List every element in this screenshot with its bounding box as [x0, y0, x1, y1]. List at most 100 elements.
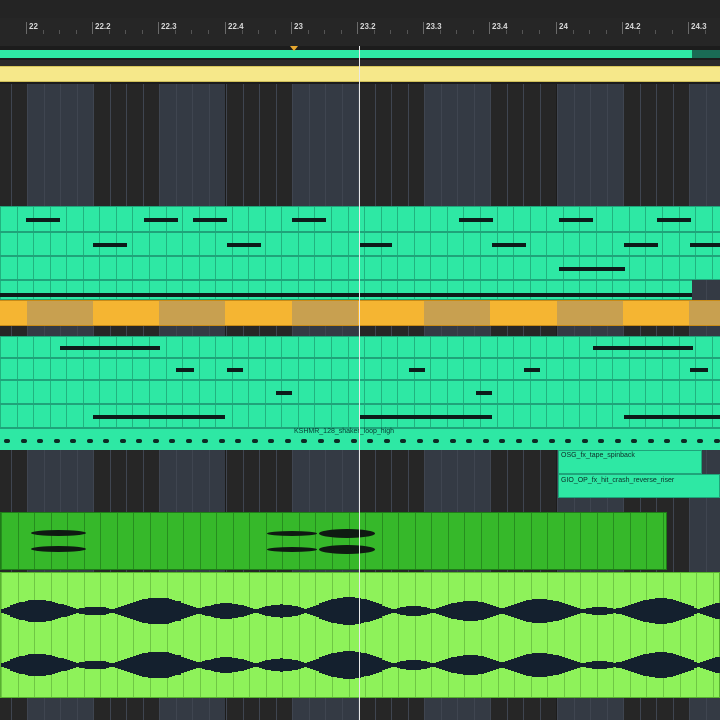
midi-note[interactable]	[227, 368, 243, 372]
loop-marker-triangle-icon[interactable]	[290, 46, 298, 51]
waveform-segment	[267, 530, 317, 536]
midi-note[interactable]	[657, 218, 691, 222]
clip-midi-pad-2[interactable]	[0, 358, 720, 380]
midi-note[interactable]	[524, 368, 540, 372]
ruler-subtick	[43, 30, 44, 34]
clip-grid-line	[397, 207, 398, 231]
clip-grid-line	[117, 573, 118, 697]
clip-grid-line	[498, 573, 499, 697]
clip-grid-line	[646, 573, 647, 697]
clip-grid-line	[546, 233, 547, 255]
clip-grid-line	[83, 381, 84, 403]
midi-note[interactable]	[360, 415, 492, 419]
clip-grid-line	[298, 337, 299, 357]
clip-grid-line	[463, 337, 464, 357]
midi-note[interactable]	[690, 243, 720, 247]
clip-grid-line	[364, 257, 365, 279]
ruler-subtick	[639, 30, 640, 34]
clip-grid-line	[84, 513, 85, 569]
clip-grid-line	[314, 233, 315, 255]
clip-grid-line	[531, 573, 532, 697]
clip-grid-line	[116, 257, 117, 279]
midi-note[interactable]	[459, 218, 493, 222]
midi-note[interactable]	[227, 243, 261, 247]
clip-grid-line	[630, 573, 631, 697]
clip-midi-pad-4[interactable]	[0, 404, 720, 428]
scene-bar-cyan[interactable]	[0, 50, 692, 58]
clip-grid-line	[281, 257, 282, 279]
transient	[433, 439, 439, 443]
clip-grid-line	[100, 573, 101, 697]
clip-grid-line	[182, 257, 183, 279]
midi-note[interactable]	[593, 346, 693, 350]
clip-shade	[159, 301, 225, 325]
midi-note[interactable]	[60, 346, 160, 350]
clip-grid-line	[34, 573, 35, 697]
clip-midi-pad-3[interactable]	[0, 380, 720, 404]
midi-note[interactable]	[559, 218, 593, 222]
clip-grid-line	[564, 573, 565, 697]
midi-note[interactable]	[409, 368, 425, 372]
arrangement-view[interactable]: 22 22.2 22.3 22.4 23 23.2 23.3 23.4 24 24.2 24.3 K…	[0, 0, 720, 720]
clip-midi-pad-1[interactable]	[0, 336, 720, 358]
midi-note[interactable]	[476, 391, 492, 395]
transient	[631, 439, 637, 443]
clip-audio-main-loop[interactable]	[0, 572, 720, 698]
clip-grid-line	[530, 381, 531, 403]
midi-note[interactable]	[93, 415, 225, 419]
midi-note[interactable]	[559, 267, 625, 271]
transient	[37, 439, 43, 443]
clip-midi-sub[interactable]	[0, 280, 692, 300]
waveform-segment	[31, 546, 86, 552]
clip-audio-vocal-chop[interactable]	[0, 512, 667, 570]
midi-note[interactable]	[176, 368, 194, 372]
midi-note[interactable]	[276, 391, 292, 395]
clip-grid-line	[17, 207, 18, 231]
clip-grid-line	[1, 573, 2, 697]
clip-grid-line	[99, 257, 100, 279]
clip-grid-line	[480, 337, 481, 357]
midi-note[interactable]	[690, 368, 708, 372]
clip-grid-line	[662, 359, 663, 379]
clip-grid-line	[281, 207, 282, 231]
clip-grid-line	[331, 405, 332, 427]
clip-orange-percussion[interactable]	[0, 300, 720, 326]
midi-note[interactable]	[193, 218, 227, 222]
clip-grid-line	[33, 381, 34, 403]
clip-midi-lead-3[interactable]	[0, 256, 720, 280]
clip-grid-line	[397, 257, 398, 279]
clip-grid-line	[0, 257, 1, 279]
clip-grid-line	[712, 257, 713, 279]
clip-grid-line	[415, 573, 416, 697]
transient	[384, 439, 390, 443]
midi-note[interactable]	[360, 243, 392, 247]
midi-note[interactable]	[0, 293, 692, 297]
clip-grid-line	[430, 359, 431, 379]
clip-grid-line	[167, 513, 168, 569]
midi-note[interactable]	[624, 415, 720, 419]
midi-note[interactable]	[26, 218, 60, 222]
clip-grid-line	[514, 513, 515, 569]
clip-midi-lead-2[interactable]	[0, 232, 720, 256]
midi-note[interactable]	[292, 218, 326, 222]
transient	[615, 439, 621, 443]
midi-note[interactable]	[93, 243, 127, 247]
ruler-subtick	[191, 30, 192, 34]
overview-strip[interactable]	[0, 0, 720, 18]
transient	[136, 439, 142, 443]
clip-grid-line	[50, 337, 51, 357]
beat-time-ruler[interactable]: 22 22.2 22.3 22.4 23 23.2 23.3 23.4 24 24.2 24.3	[0, 18, 720, 46]
midi-note[interactable]	[144, 218, 178, 222]
clip-grid-line	[513, 359, 514, 379]
transient	[252, 439, 258, 443]
ruler-subtick	[440, 30, 441, 34]
clip-grid-line	[365, 513, 366, 569]
playhead[interactable]	[359, 46, 360, 720]
clip-midi-lead-1[interactable]	[0, 206, 720, 232]
clip-yellow-arrangement-top[interactable]	[0, 66, 720, 82]
midi-note[interactable]	[624, 243, 658, 247]
clip-grid-line	[612, 359, 613, 379]
clip-grid-line	[530, 233, 531, 255]
midi-note[interactable]	[492, 243, 526, 247]
clip-grid-line	[564, 513, 565, 569]
